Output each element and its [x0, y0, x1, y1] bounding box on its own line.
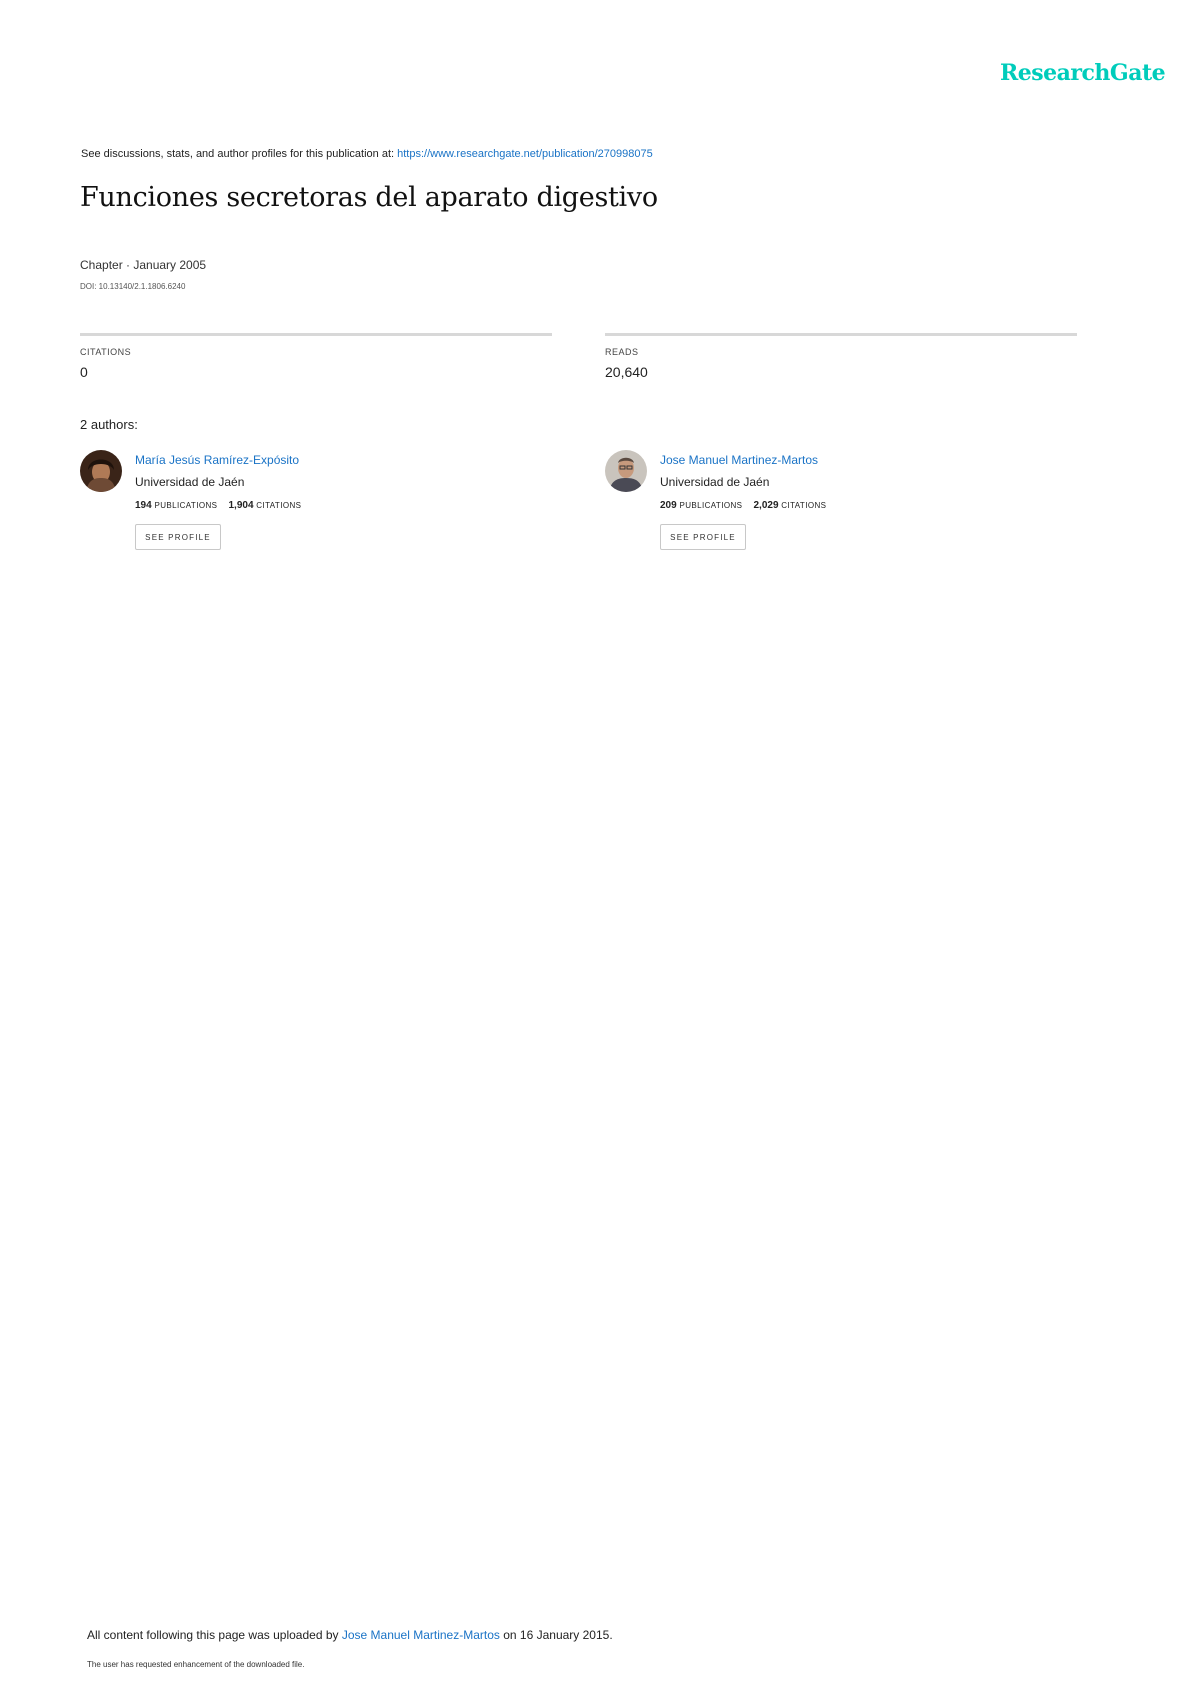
author-citations-label: CITATIONS — [781, 501, 827, 510]
upload-suffix: on 16 January 2015. — [499, 1628, 613, 1642]
authors-heading: 2 authors: — [80, 417, 138, 432]
author-publications-count: 194 — [135, 500, 152, 511]
author-card: María Jesús Ramírez-Expósito Universidad… — [80, 450, 550, 560]
download-note: The user has requested enhancement of th… — [87, 1660, 305, 1669]
upload-notice: All content following this page was uplo… — [87, 1628, 613, 1642]
author-card: Jose Manuel Martinez-Martos Universidad … — [605, 450, 1075, 560]
publication-url-link[interactable]: https://www.researchgate.net/publication… — [397, 148, 653, 160]
author-publications-label: PUBLICATIONS — [154, 501, 218, 510]
citations-value: 0 — [80, 364, 88, 380]
author-publications-count: 209 — [660, 500, 677, 511]
publication-doi: DOI: 10.13140/2.1.1806.6240 — [80, 282, 186, 291]
discussion-line: See discussions, stats, and author profi… — [81, 148, 653, 160]
author-name-link[interactable]: Jose Manuel Martinez-Martos — [660, 453, 818, 467]
reads-value: 20,640 — [605, 364, 648, 380]
author-institution: Universidad de Jaén — [135, 475, 245, 489]
publication-meta: Chapter · January 2005 — [80, 258, 207, 272]
reads-label: READS — [605, 347, 639, 357]
citations-divider — [80, 333, 552, 336]
author-stats: 209 PUBLICATIONS 2,029 CITATIONS — [660, 500, 826, 511]
author-name-link[interactable]: María Jesús Ramírez-Expósito — [135, 453, 299, 467]
author-citations-count: 2,029 — [753, 500, 779, 511]
publication-title: Funciones secretoras del aparato digesti… — [80, 182, 658, 213]
discussion-prefix: See discussions, stats, and author profi… — [81, 148, 398, 160]
see-profile-button[interactable]: SEE PROFILE — [135, 524, 221, 550]
author-citations-count: 1,904 — [228, 500, 254, 511]
citations-label: CITATIONS — [80, 347, 132, 357]
upload-prefix: All content following this page was uplo… — [87, 1628, 342, 1642]
author-institution: Universidad de Jaén — [660, 475, 770, 489]
reads-divider — [605, 333, 1077, 336]
author-avatar[interactable] — [605, 450, 647, 492]
see-profile-button[interactable]: SEE PROFILE — [660, 524, 746, 550]
author-avatar[interactable] — [80, 450, 122, 492]
author-citations-label: CITATIONS — [256, 501, 302, 510]
author-stats: 194 PUBLICATIONS 1,904 CITATIONS — [135, 500, 301, 511]
uploader-link[interactable]: Jose Manuel Martinez-Martos — [342, 1628, 500, 1642]
researchgate-logo[interactable]: ResearchGate — [1000, 60, 1166, 86]
author-publications-label: PUBLICATIONS — [679, 501, 743, 510]
